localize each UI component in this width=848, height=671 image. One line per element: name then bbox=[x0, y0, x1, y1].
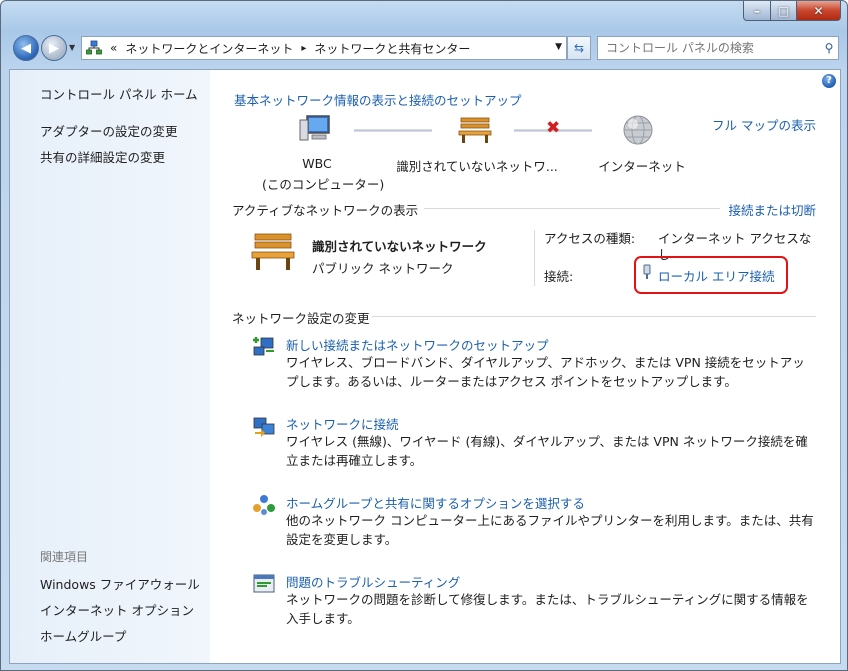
task-description: 他のネットワーク コンピューター上にあるファイルやプリンターを利用します。または… bbox=[286, 513, 814, 547]
recent-pages-dropdown[interactable]: ▼ bbox=[69, 43, 75, 52]
bench-icon[interactable] bbox=[458, 116, 492, 144]
access-type-value: インターネット アクセスな bbox=[658, 231, 812, 246]
network-label: 識別されていないネットワ... bbox=[396, 159, 558, 174]
task-description: ワイヤレス、ブロードバンド、ダイヤルアップ、アドホック、または VPN 接続をセ… bbox=[286, 355, 805, 389]
computer-icon[interactable] bbox=[298, 114, 332, 144]
computer-sub: (このコンピューター) bbox=[262, 177, 385, 192]
computer-name: WBC bbox=[302, 156, 332, 171]
minimize-icon: – bbox=[754, 3, 760, 18]
highlight-box bbox=[634, 256, 788, 294]
address-bar[interactable]: « ネットワークとインターネット ▸ ネットワークと共有センター ▼ bbox=[81, 36, 567, 60]
task-title[interactable]: ホームグループと共有に関するオプションを選択する bbox=[286, 493, 585, 512]
sidebar-item-firewall[interactable]: Windows ファイアウォール bbox=[40, 574, 200, 593]
content-area: コントロール パネル ホーム アダプターの設定の変更 共有の詳細設定の変更 関連… bbox=[9, 69, 841, 664]
sidebar-item-control-panel-home[interactable]: コントロール パネル ホーム bbox=[40, 84, 198, 103]
caption-buttons: – □ ✕ bbox=[743, 1, 841, 21]
help-icon[interactable]: ? bbox=[822, 74, 836, 88]
connect-network-icon bbox=[253, 417, 275, 437]
network-icon bbox=[86, 40, 102, 55]
address-dropdown-icon[interactable]: ▼ bbox=[555, 42, 562, 52]
search-input[interactable] bbox=[604, 40, 820, 56]
maximize-button[interactable]: □ bbox=[771, 1, 797, 21]
task-description: ネットワークの問題を診断して修復します。または、トラブルシューティングに関する情… bbox=[286, 592, 809, 626]
globe-icon[interactable] bbox=[622, 114, 654, 146]
troubleshoot-icon bbox=[253, 574, 275, 593]
window-frame: – □ ✕ ◀ ▶ ▼ « ネットワークとインターネット ▸ ネットワークと共有… bbox=[0, 0, 848, 671]
bench-icon bbox=[251, 233, 295, 270]
task-title[interactable]: 問題のトラブルシューティング bbox=[286, 572, 460, 591]
navigation-bar: ◀ ▶ ▼ « ネットワークとインターネット ▸ ネットワークと共有センター ▼… bbox=[9, 33, 839, 63]
active-networks-title: アクティブなネットワークの表示 bbox=[232, 203, 419, 218]
main-panel: 基本ネットワーク情報の表示と接続のセットアップ フル マップの表示 ✖ WBC … bbox=[232, 70, 816, 663]
active-network-type[interactable]: パブリック ネットワーク bbox=[312, 258, 453, 277]
task-title[interactable]: 新しい接続またはネットワークのセットアップ bbox=[286, 335, 549, 354]
minimize-button[interactable]: – bbox=[743, 1, 771, 21]
related-title: 関連項目 bbox=[40, 550, 89, 564]
divider bbox=[534, 230, 535, 286]
refresh-button[interactable]: ⇆ bbox=[567, 36, 591, 60]
sidebar-item-adapter-settings[interactable]: アダプターの設定の変更 bbox=[40, 121, 178, 140]
x-mark-icon: ✖ bbox=[546, 118, 561, 138]
close-icon: ✕ bbox=[813, 3, 824, 18]
page-title[interactable]: 基本ネットワーク情報の表示と接続のセットアップ bbox=[234, 90, 522, 109]
sidebar: コントロール パネル ホーム アダプターの設定の変更 共有の詳細設定の変更 関連… bbox=[10, 70, 210, 663]
arrow-right-icon: ▶ bbox=[49, 40, 59, 56]
forward-button[interactable]: ▶ bbox=[41, 35, 67, 61]
divider bbox=[372, 316, 816, 317]
search-box[interactable]: ⚲ bbox=[597, 36, 839, 60]
homegroup-icon bbox=[253, 495, 275, 515]
task-title[interactable]: ネットワークに接続 bbox=[286, 414, 399, 433]
search-icon[interactable]: ⚲ bbox=[820, 41, 838, 55]
breadcrumb-separator-icon[interactable]: ▸ bbox=[301, 43, 306, 54]
access-type-label: アクセスの種類: bbox=[544, 231, 636, 246]
close-button[interactable]: ✕ bbox=[797, 1, 841, 21]
arrow-left-icon: ◀ bbox=[21, 40, 31, 56]
connection-line-1 bbox=[354, 129, 432, 132]
maximize-icon: □ bbox=[777, 3, 790, 18]
back-button[interactable]: ◀ bbox=[13, 35, 39, 61]
connect-disconnect-link[interactable]: 接続または切断 bbox=[728, 200, 816, 219]
computer-label: WBC (このコンピューター) bbox=[262, 156, 385, 193]
active-network-name: 識別されていないネットワーク bbox=[312, 239, 487, 254]
connection-label: 接続: bbox=[544, 269, 574, 284]
sidebar-item-homegroup[interactable]: ホームグループ bbox=[40, 626, 126, 645]
change-settings-title: ネットワーク設定の変更 bbox=[232, 311, 370, 326]
sidebar-item-internet-options[interactable]: インターネット オプション bbox=[40, 600, 194, 619]
internet-label: インターネット bbox=[598, 159, 686, 174]
full-map-link[interactable]: フル マップの表示 bbox=[712, 115, 816, 134]
breadcrumb-network-internet[interactable]: ネットワークとインターネット bbox=[125, 40, 293, 57]
new-connection-icon bbox=[253, 337, 274, 356]
divider bbox=[424, 208, 720, 209]
sidebar-item-advanced-sharing[interactable]: 共有の詳細設定の変更 bbox=[40, 147, 165, 166]
task-description: ワイヤレス (無線)、ワイヤード (有線)、ダイヤルアップ、または VPN ネッ… bbox=[286, 434, 808, 468]
breadcrumb-sharing-center[interactable]: ネットワークと共有センター bbox=[314, 40, 470, 57]
refresh-icon: ⇆ bbox=[573, 41, 585, 55]
breadcrumb-overflow[interactable]: « bbox=[110, 41, 117, 55]
